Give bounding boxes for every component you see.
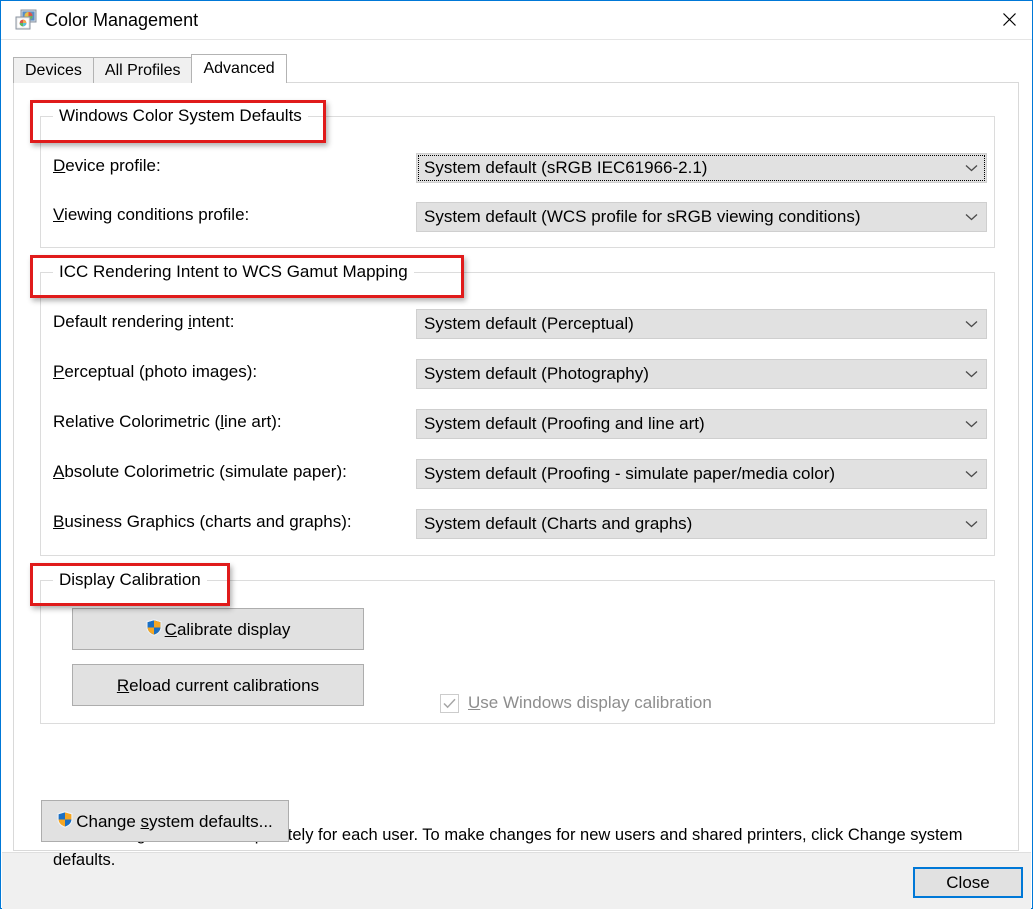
label-device-profile: Device profile: [53, 156, 161, 176]
tab-advanced-label: Advanced [203, 60, 275, 77]
label-viewing-conditions-profile: Viewing conditions profile: [53, 205, 249, 225]
label-absolute-colorimetric-accel: A [53, 462, 65, 481]
combo-business-graphics[interactable]: System default (Charts and graphs) [416, 509, 987, 539]
use-windows-cal-accel: U [468, 693, 481, 712]
combo-relative-colorimetric[interactable]: System default (Proofing and line art) [416, 409, 987, 439]
label-device-profile-rest: evice profile: [65, 156, 161, 175]
tab-strip: Devices All Profiles Advanced [13, 54, 287, 83]
combo-perceptual[interactable]: System default (Photography) [416, 359, 987, 389]
label-absolute-colorimetric-rest: bsolute Colorimetric (simulate paper): [64, 462, 347, 481]
tab-all-profiles-label: All Profiles [104, 61, 181, 79]
change-system-defaults-accel: s [140, 811, 150, 831]
label-default-rendering-intent: Default rendering intent: [53, 312, 234, 332]
label-absolute-colorimetric: Absolute Colorimetric (simulate paper): [53, 462, 347, 482]
color-management-icon [15, 9, 37, 31]
change-system-defaults-a: Change [76, 811, 141, 831]
reload-calibrations-rest: eload current calibrations [129, 675, 320, 695]
label-business-graphics: Business Graphics (charts and graphs): [53, 512, 352, 532]
window-title: Color Management [45, 10, 199, 30]
uac-shield-icon [145, 618, 162, 639]
label-default-rendering-intent-rest: ntent: [191, 312, 235, 331]
label-relative-colorimetric: Relative Colorimetric (line art): [53, 412, 282, 432]
calibrate-display-button-label: Calibrate display [165, 621, 291, 638]
reload-current-calibrations-button-label: Reload current calibrations [117, 677, 319, 694]
label-business-graphics-accel: B [53, 512, 65, 531]
checkbox-box [440, 693, 459, 713]
calibrate-display-button[interactable]: Calibrate display [72, 608, 364, 650]
combo-device-profile[interactable]: System default (sRGB IEC61966-2.1) [416, 153, 987, 183]
group-display-calibration-title: Display Calibration [53, 570, 207, 590]
label-business-graphics-rest: usiness Graphics (charts and graphs): [64, 512, 352, 531]
tab-devices-label: Devices [25, 61, 82, 79]
combo-business-graphics-value: System default (Charts and graphs) [424, 514, 693, 533]
title-bar: Color Management [1, 1, 1032, 40]
label-relative-colorimetric-rest: ine art): [223, 412, 282, 431]
change-system-defaults-rest: ystem defaults... [149, 811, 273, 831]
chevron-down-icon [956, 320, 986, 328]
label-default-rendering-intent-a: Default rendering [53, 312, 189, 331]
tab-devices[interactable]: Devices [13, 57, 94, 83]
use-windows-cal-rest: se Windows display calibration [480, 693, 712, 712]
combo-relative-colorimetric-value: System default (Proofing and line art) [424, 414, 705, 433]
combo-absolute-colorimetric[interactable]: System default (Proofing - simulate pape… [416, 459, 987, 489]
change-system-defaults-button-label: Change system defaults... [76, 813, 273, 830]
combo-viewing-conditions-profile[interactable]: System default (WCS profile for sRGB vie… [416, 202, 987, 232]
chevron-down-icon [956, 470, 986, 478]
chevron-down-icon [956, 520, 986, 528]
advanced-tab-page: Windows Color System Defaults Device pro… [13, 82, 1019, 869]
combo-default-rendering-intent[interactable]: System default (Perceptual) [416, 309, 987, 339]
combo-perceptual-value: System default (Photography) [424, 364, 649, 383]
calibrate-display-accel: C [164, 619, 177, 639]
close-button-label: Close [946, 872, 990, 892]
label-perceptual-accel: P [53, 362, 65, 381]
calibrate-display-rest: alibrate display [176, 619, 291, 639]
color-management-window: Color Management Devices All Profiles Ad… [0, 0, 1033, 909]
close-icon[interactable] [986, 1, 1032, 38]
combo-device-profile-value: System default (sRGB IEC61966-2.1) [424, 158, 708, 177]
tab-all-profiles[interactable]: All Profiles [92, 57, 193, 83]
change-system-defaults-button[interactable]: Change system defaults... [41, 800, 289, 842]
label-device-profile-accel: D [53, 156, 66, 175]
label-perceptual: Perceptual (photo images): [53, 362, 257, 382]
label-perceptual-rest: erceptual (photo images): [64, 362, 258, 381]
combo-absolute-colorimetric-value: System default (Proofing - simulate pape… [424, 464, 836, 483]
combo-viewing-conditions-profile-value: System default (WCS profile for sRGB vie… [424, 207, 861, 226]
reload-current-calibrations-button[interactable]: Reload current calibrations [72, 664, 364, 706]
reload-calibrations-accel: R [116, 675, 130, 695]
tab-advanced[interactable]: Advanced [191, 54, 287, 83]
label-viewing-conditions-accel: V [53, 205, 65, 224]
group-icc-rendering-intent-title: ICC Rendering Intent to WCS Gamut Mappin… [53, 262, 414, 282]
chevron-down-icon [956, 213, 986, 221]
use-windows-display-calibration-checkbox[interactable]: Use Windows display calibration [440, 693, 712, 713]
uac-shield-icon [57, 810, 73, 831]
use-windows-display-calibration-label: Use Windows display calibration [468, 693, 712, 713]
combo-default-rendering-intent-value: System default (Perceptual) [424, 314, 634, 333]
label-relative-colorimetric-a: Relative Colorimetric ( [53, 412, 221, 431]
label-viewing-conditions-rest: iewing conditions profile: [64, 205, 250, 224]
group-windows-color-system-defaults-title: Windows Color System Defaults [53, 106, 308, 126]
chevron-down-icon [956, 420, 986, 428]
chevron-down-icon [956, 370, 986, 378]
chevron-down-icon [956, 164, 986, 172]
